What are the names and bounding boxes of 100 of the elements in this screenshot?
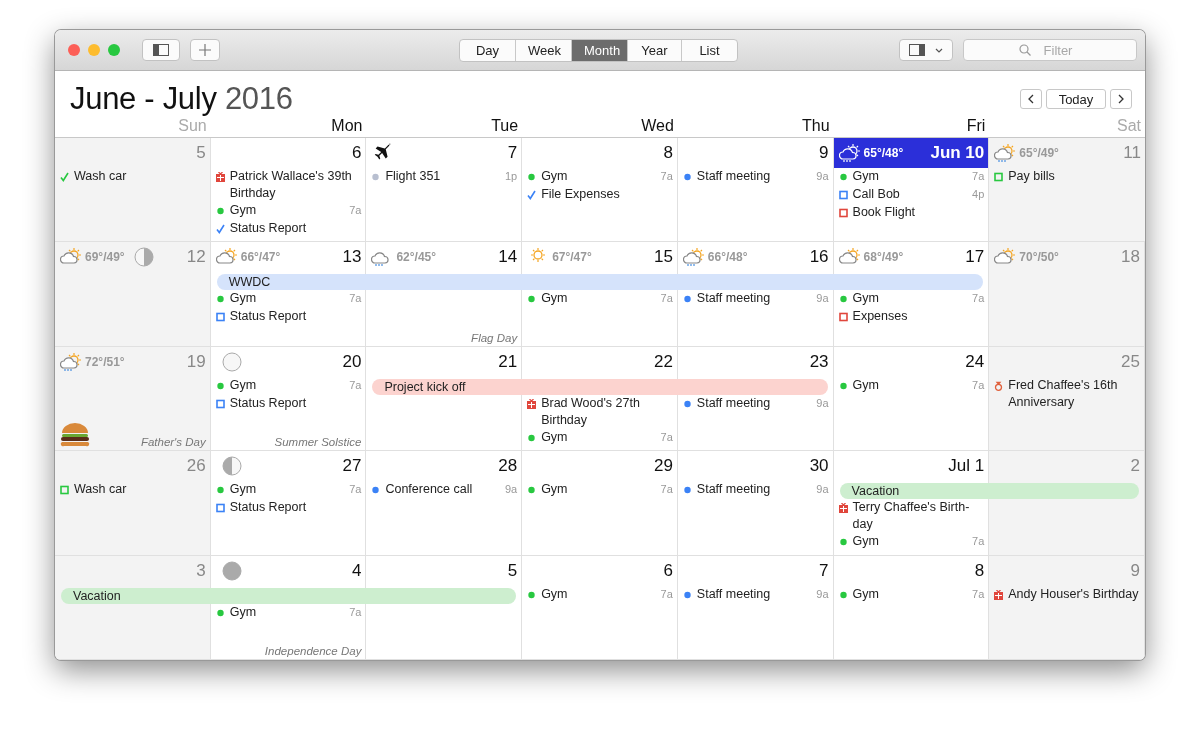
chevron-right-icon [1118,94,1124,104]
event-title[interactable]: Gym [541,290,656,308]
event-title[interactable]: Gym [229,481,345,499]
sidebar-toggle-button[interactable] [142,39,180,61]
event-title[interactable]: Conference call [385,481,500,499]
event-title[interactable]: Gym [541,428,656,446]
day-number[interactable]: 21 [498,351,518,372]
event-title[interactable]: Staff meeting [696,394,812,412]
event-title[interactable]: Gym [229,376,345,394]
event-title[interactable]: File Expenses [541,186,673,203]
weather-icon [215,248,238,267]
day-number[interactable]: Jul 1 [948,456,985,477]
zoom-button[interactable] [108,44,120,56]
event-title[interactable]: Expenses [852,308,985,326]
event-time: 4p [972,187,985,202]
day-number[interactable]: 29 [653,456,673,477]
event-title[interactable]: Gym [852,585,968,603]
event-title[interactable]: Staff meeting [696,481,812,499]
event-title[interactable]: Status Report [229,394,362,412]
event-title[interactable]: Pay bills [1008,168,1141,185]
day-number[interactable]: 17 [965,247,985,268]
event-title[interactable]: Gym [229,290,345,308]
day-number[interactable]: 23 [809,351,829,372]
day-number[interactable]: 27 [342,456,362,477]
view-tab[interactable]: Year [628,40,682,61]
event-title[interactable]: Gym [541,168,656,185]
event-title[interactable]: Fred Chaffee's 16th Anniversary [1008,376,1140,411]
event-title[interactable]: Brad Wood's 27th Birthday [541,394,673,429]
holiday-label: Flag Day [471,331,518,344]
day-number[interactable]: 30 [809,456,829,477]
event-title[interactable]: Gym [852,533,968,551]
event-time: 7a [660,169,673,184]
event-title[interactable]: Gym [229,603,345,621]
sidebar-icon [153,44,169,56]
event-time: 9a [816,291,829,307]
day-number[interactable]: 16 [809,247,829,268]
event-title[interactable]: Staff meeting [696,290,812,308]
day-number[interactable]: Jun 10 [930,143,985,163]
day-number[interactable]: 24 [965,351,985,372]
event-time: 9a [816,482,829,498]
day-number[interactable]: 7 [507,143,518,163]
event-title[interactable]: Terry Chaffee's Birth-day [852,499,985,534]
event-title[interactable]: Gym [541,585,656,603]
previous-button[interactable] [1020,89,1042,109]
day-number[interactable]: 6 [351,143,362,163]
close-button[interactable] [68,44,80,56]
temperature-label: 62°/45° [396,250,437,265]
day-number[interactable]: 22 [653,351,673,372]
next-button[interactable] [1110,89,1132,109]
weekday-label: Thu [802,117,830,134]
add-button[interactable] [190,39,220,61]
event-title[interactable]: Gym [541,481,656,499]
event-time: 1p [504,169,518,184]
day-number[interactable]: 13 [342,247,362,268]
weather-icon [994,248,1017,267]
event-title[interactable]: Gym [852,290,968,308]
event-title[interactable]: Wash car [74,481,206,499]
day-number[interactable]: 28 [498,456,518,477]
multi-day-event[interactable]: Vacation [839,483,1139,500]
day-number[interactable]: 15 [653,247,673,268]
event-title[interactable]: Gym [852,376,968,394]
day-number[interactable]: 4 [351,560,362,581]
search-icon [1019,44,1031,56]
event-title[interactable]: Wash car [74,168,206,185]
view-tab[interactable]: List [682,40,737,61]
today-button[interactable]: Today [1046,89,1106,109]
view-tab[interactable]: Day [460,40,516,61]
event-title[interactable]: Call Bob [852,186,968,203]
event-title[interactable]: Staff meeting [696,168,812,185]
day-number[interactable]: 14 [498,247,518,268]
event-title[interactable]: Gym [852,168,968,185]
day-number[interactable]: 8 [663,143,673,163]
event-time: 7a [349,291,362,307]
event-title[interactable]: Flight 351 [385,168,500,185]
event-title[interactable]: Book Flight [852,204,985,221]
day-number[interactable]: 20 [342,351,362,372]
multi-day-event[interactable]: WWDC [216,274,984,291]
event-title[interactable]: Andy Houser's Birthday [1008,585,1140,603]
multi-day-event[interactable]: Project kick off [372,378,828,395]
event-title[interactable]: Gym [229,202,345,219]
event-title[interactable]: Status Report [229,308,362,326]
temperature-label: 67°/47° [552,250,592,265]
day-number[interactable]: 7 [819,560,829,581]
day-number[interactable]: 5 [507,560,518,581]
minimize-button[interactable] [88,44,100,56]
weekday-label: Fri [966,117,986,134]
caret-icon [935,47,943,53]
event-title[interactable]: Patrick Wallace's 39th Birthday [229,168,362,202]
day-number[interactable]: 9 [819,143,829,163]
event-time: 7a [349,604,362,620]
panel-toggle-button[interactable] [899,39,953,61]
event-title[interactable]: Staff meeting [696,585,812,603]
day-number[interactable]: 6 [663,560,673,581]
moon-phase-icon [221,456,242,477]
day-number[interactable]: 8 [974,560,985,581]
event-title[interactable]: Status Report [229,499,362,517]
search-field[interactable]: Filter [963,39,1137,61]
event-title[interactable]: Status Report [229,220,362,237]
multi-day-event[interactable]: Vacation [61,587,517,604]
view-tab[interactable]: Month [572,40,628,61]
